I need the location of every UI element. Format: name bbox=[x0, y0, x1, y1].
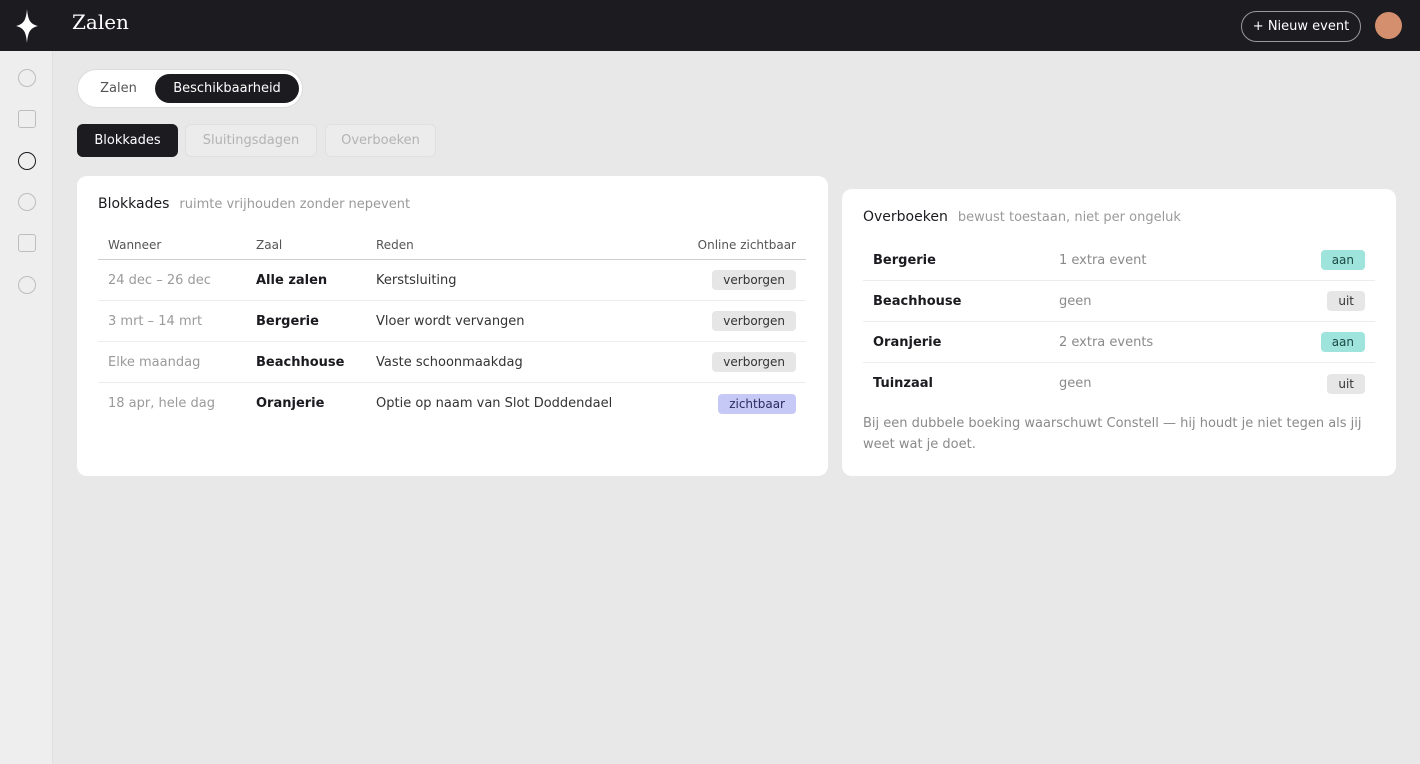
row-zaal: Alle zalen bbox=[256, 272, 328, 288]
card-subtitle: ruimte vrijhouden zonder nepevent bbox=[179, 197, 411, 212]
nav-circle-icon[interactable] bbox=[18, 276, 36, 294]
overboeken-header: Overboeken bewust toestaan, niet per ong… bbox=[863, 209, 1181, 225]
list-item[interactable]: Bergerie 1 extra event aan bbox=[863, 240, 1375, 281]
row-when: Elke maandag bbox=[108, 354, 201, 370]
nav-circle-icon[interactable] bbox=[18, 193, 36, 211]
card-title: Blokkades bbox=[98, 196, 170, 212]
seg-zalen[interactable]: Zalen bbox=[82, 74, 155, 103]
view-switch: Zalen Beschikbaarheid bbox=[77, 69, 303, 108]
logo[interactable] bbox=[0, 0, 53, 51]
status-badge[interactable]: aan bbox=[1320, 250, 1365, 270]
status-badge[interactable]: uit bbox=[1327, 291, 1365, 311]
room-overbook-value: 1 extra event bbox=[1059, 252, 1147, 268]
room-overbook-value: geen bbox=[1059, 376, 1092, 391]
visibility-badge[interactable]: verborgen bbox=[712, 352, 796, 372]
row-when: 18 apr, hele dag bbox=[108, 396, 215, 411]
table-header: Wanneer Zaal Reden Online zichtbaar bbox=[98, 231, 806, 260]
blokkades-card: Blokkades ruimte vrijhouden zonder nepev… bbox=[77, 176, 828, 476]
card-subtitle: bewust toestaan, niet per ongeluk bbox=[957, 210, 1181, 225]
list-item[interactable]: Oranjerie 2 extra events aan bbox=[863, 322, 1375, 363]
table-row[interactable]: 24 dec – 26 dec Alle zalen Kerstsluiting… bbox=[98, 260, 806, 301]
new-event-button[interactable]: + Nieuw event bbox=[1241, 11, 1361, 42]
overboeken-note: Bij een dubbele boeking waarschuwt Const… bbox=[863, 416, 1362, 452]
top-bar: Zalen + Nieuw event bbox=[53, 0, 1420, 51]
row-reden: Vloer wordt vervangen bbox=[376, 313, 525, 329]
row-when: 24 dec – 26 dec bbox=[108, 272, 211, 288]
side-rail bbox=[0, 0, 53, 764]
row-reden: Kerstsluiting bbox=[376, 272, 457, 288]
tab-sluitingsdagen[interactable]: Sluitingsdagen bbox=[185, 124, 317, 157]
room-overbook-value: geen bbox=[1059, 293, 1092, 309]
row-zaal: Oranjerie bbox=[256, 396, 325, 411]
col-online-zichtbaar: Online zichtbaar bbox=[697, 238, 796, 252]
room-name: Bergerie bbox=[873, 252, 936, 268]
card-title: Overboeken bbox=[863, 209, 948, 225]
table-row[interactable]: 3 mrt – 14 mrt Bergerie Vloer wordt verv… bbox=[98, 301, 806, 342]
avatar[interactable] bbox=[1375, 12, 1402, 39]
list-item[interactable]: Tuinzaal geen uit bbox=[863, 363, 1375, 404]
nav-circle-icon-active[interactable] bbox=[18, 152, 36, 170]
list-item[interactable]: Beachhouse geen uit bbox=[863, 281, 1375, 322]
row-when: 3 mrt – 14 mrt bbox=[108, 313, 203, 329]
table-row[interactable]: Elke maandag Beachhouse Vaste schoonmaak… bbox=[98, 342, 806, 383]
room-name: Beachhouse bbox=[873, 293, 962, 309]
col-reden: Reden bbox=[376, 238, 414, 252]
star-logo-icon bbox=[15, 8, 38, 43]
row-reden: Optie op naam van Slot Doddendael bbox=[376, 396, 613, 411]
overboeken-card: Overboeken bewust toestaan, niet per ong… bbox=[842, 189, 1396, 476]
col-wanneer: Wanneer bbox=[108, 238, 162, 252]
blokkades-header: Blokkades ruimte vrijhouden zonder nepev… bbox=[98, 196, 410, 212]
visibility-badge[interactable]: verborgen bbox=[712, 311, 796, 331]
page-title: Zalen bbox=[72, 10, 129, 34]
status-badge[interactable]: uit bbox=[1327, 373, 1365, 394]
nav-circle-icon[interactable] bbox=[18, 69, 36, 87]
row-reden: Vaste schoonmaakdag bbox=[376, 354, 523, 370]
col-zaal: Zaal bbox=[256, 238, 283, 252]
row-zaal: Beachhouse bbox=[256, 354, 345, 370]
room-overbook-value: 2 extra events bbox=[1059, 334, 1154, 350]
seg-beschikbaarheid[interactable]: Beschikbaarheid bbox=[155, 74, 299, 103]
row-zaal: Bergerie bbox=[256, 313, 319, 329]
tab-overboeken[interactable]: Overboeken bbox=[325, 124, 436, 157]
nav-square-icon[interactable] bbox=[18, 234, 36, 252]
tab-blokkades[interactable]: Blokkades bbox=[77, 124, 178, 157]
status-badge[interactable]: aan bbox=[1320, 332, 1365, 352]
room-name: Oranjerie bbox=[873, 334, 942, 350]
visibility-badge[interactable]: zichtbaar bbox=[718, 393, 796, 414]
room-name: Tuinzaal bbox=[873, 376, 933, 391]
nav-square-icon[interactable] bbox=[18, 110, 36, 128]
visibility-badge[interactable]: verborgen bbox=[712, 270, 796, 290]
table-row[interactable]: 18 apr, hele dag Oranjerie Optie op naam… bbox=[98, 383, 806, 424]
